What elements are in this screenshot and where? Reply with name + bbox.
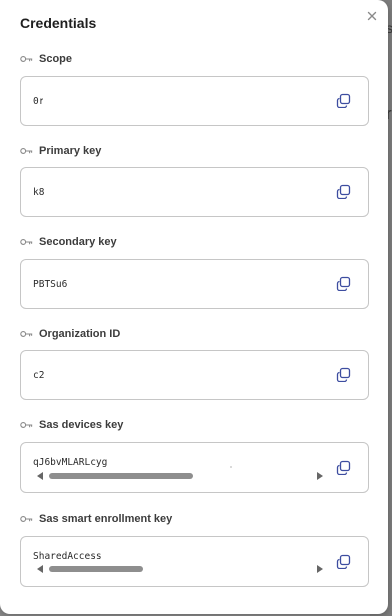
close-icon: [367, 11, 377, 21]
organization-id-label-row: Organization ID: [20, 326, 120, 342]
sas-devices-key-scrollbar[interactable]: [33, 472, 327, 480]
primary-key-label-row: Primary key: [20, 143, 101, 159]
copy-organization-id-button[interactable]: [336, 367, 351, 382]
scroll-right-arrow-icon[interactable]: [317, 472, 323, 480]
copy-secondary-key-button[interactable]: [336, 276, 351, 291]
credentials-dialog: Credentials Scope 0r Primary key k8 Seco…: [0, 0, 388, 614]
sas-smart-enrollment-key-label-row: Sas smart enrollment key: [20, 511, 172, 527]
key-icon: [20, 148, 33, 154]
scope-field: 0r: [20, 76, 369, 126]
organization-id-value[interactable]: c2: [33, 370, 47, 381]
secondary-key-label-row: Secondary key: [20, 234, 117, 250]
sas-smart-enrollment-key-scrollbar[interactable]: [33, 565, 327, 573]
key-icon: [20, 516, 33, 522]
key-icon: [20, 331, 33, 337]
key-icon: [20, 422, 33, 428]
sas-smart-enrollment-key-field: SharedAccess: [20, 536, 369, 587]
copy-icon: [336, 367, 351, 382]
secondary-key-field: PBTSu6: [20, 259, 369, 309]
copy-sas-devices-key-button[interactable]: [336, 460, 351, 475]
copy-icon: [336, 93, 351, 108]
copy-icon: [336, 554, 351, 569]
sas-devices-key-label: Sas devices key: [39, 419, 124, 431]
close-button[interactable]: [365, 9, 379, 23]
organization-id-label: Organization ID: [39, 328, 121, 340]
primary-key-field: k8: [20, 167, 369, 217]
copy-icon: [336, 184, 351, 199]
sas-devices-key-value[interactable]: qJ6bvMLARLcyg: [33, 457, 111, 468]
secondary-key-label: Secondary key: [39, 236, 117, 248]
scrollbar-thumb[interactable]: [49, 473, 193, 479]
scrollbar-thumb[interactable]: [49, 566, 143, 572]
copy-scope-button[interactable]: [336, 93, 351, 108]
sas-smart-enrollment-key-value[interactable]: SharedAccess: [33, 551, 105, 562]
scope-label-row: Scope: [20, 51, 72, 67]
copy-icon: [336, 460, 351, 475]
key-icon: [20, 56, 33, 62]
text-fragment: [230, 466, 232, 468]
scroll-right-arrow-icon[interactable]: [317, 565, 323, 573]
scroll-left-arrow-icon[interactable]: [37, 565, 43, 573]
sas-devices-key-field: qJ6bvMLARLcyg: [20, 442, 369, 493]
sas-devices-key-label-row: Sas devices key: [20, 417, 123, 433]
primary-key-value[interactable]: k8: [33, 187, 47, 198]
scroll-left-arrow-icon[interactable]: [37, 472, 43, 480]
dialog-title: Credentials: [20, 15, 97, 31]
organization-id-field: c2: [20, 350, 369, 400]
scope-value[interactable]: 0r: [33, 96, 43, 107]
secondary-key-value[interactable]: PBTSu6: [33, 279, 67, 290]
copy-sas-smart-enrollment-key-button[interactable]: [336, 554, 351, 569]
scope-label: Scope: [39, 53, 73, 65]
copy-primary-key-button[interactable]: [336, 184, 351, 199]
copy-icon: [336, 276, 351, 291]
key-icon: [20, 239, 33, 245]
primary-key-label: Primary key: [39, 145, 102, 157]
sas-smart-enrollment-key-label: Sas smart enrollment key: [39, 513, 173, 525]
